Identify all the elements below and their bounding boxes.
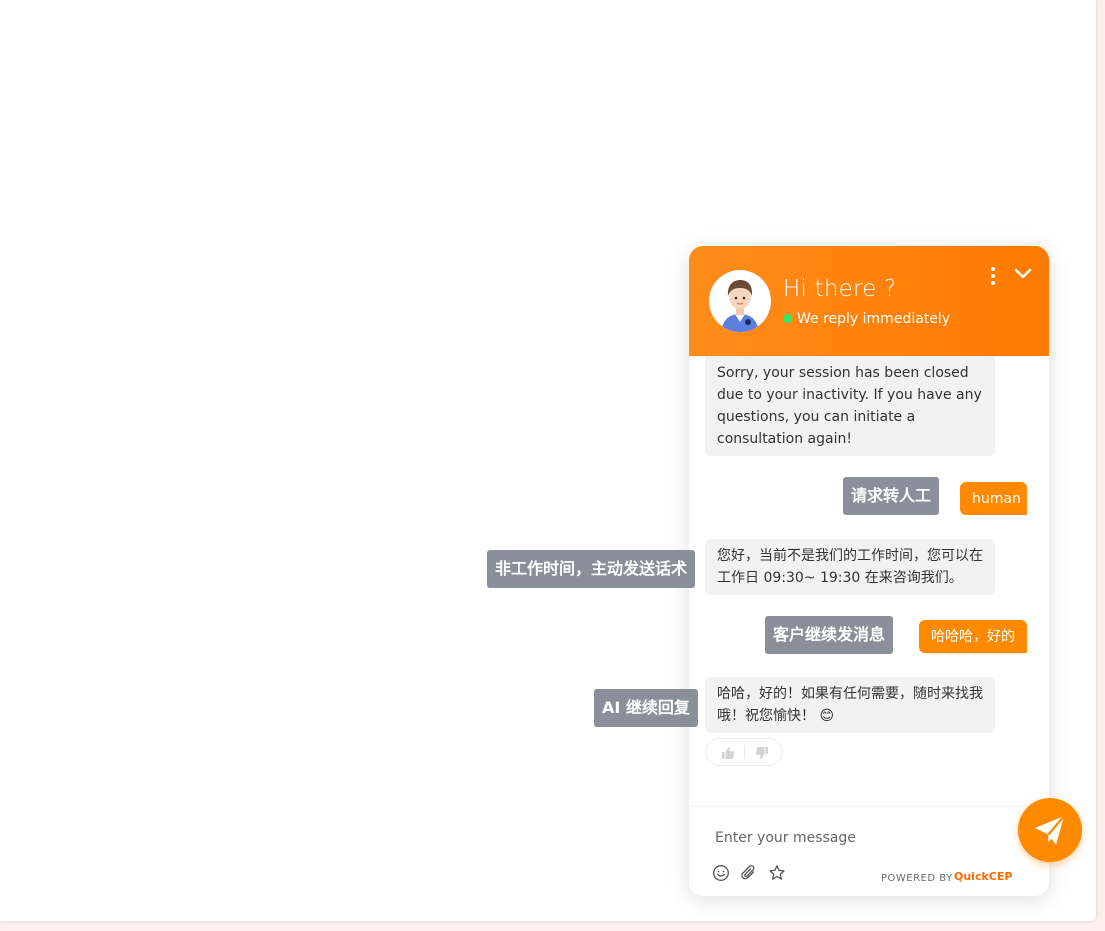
annotation-ai-continues: AI 继续回复: [594, 689, 698, 727]
thumbs-up-icon: [722, 747, 735, 759]
online-status-dot: [783, 314, 792, 323]
more-vertical-icon: [991, 267, 995, 285]
feedback-divider: [744, 745, 745, 759]
agent-avatar: [709, 270, 771, 332]
smile-emoji: 😊: [819, 708, 835, 724]
thumbs-down-button[interactable]: [754, 745, 770, 761]
user-message-haha: 哈哈哈，好的: [919, 620, 1027, 653]
emoji-button[interactable]: [712, 864, 730, 882]
message-input[interactable]: [715, 825, 995, 851]
collapse-chat-button[interactable]: [1011, 262, 1035, 286]
powered-by-label: POWERED BY: [881, 873, 953, 884]
chevron-down-icon: [1014, 268, 1032, 279]
agent-message-session-closed: Sorry, your session has been closed due …: [705, 356, 995, 456]
attach-file-button[interactable]: [740, 864, 758, 882]
chat-title: Hi there ?: [783, 276, 897, 302]
thumbs-up-button[interactable]: [720, 745, 736, 761]
annotation-request-human: 请求转人工: [843, 477, 940, 515]
thumbs-down-icon: [755, 747, 768, 759]
annotation-off-hours: 非工作时间，主动发送话术: [487, 550, 696, 588]
rate-button[interactable]: [768, 864, 786, 882]
message-feedback: [705, 738, 783, 766]
user-message-human: human: [960, 482, 1027, 515]
more-options-button[interactable]: [985, 264, 1001, 288]
agent-message-off-hours: 您好，当前不是我们的工作时间，您可以在工作日 09:30~ 19:30 在来咨询…: [705, 539, 995, 595]
smiley-icon: [713, 865, 729, 881]
paper-plane-icon: [1035, 815, 1065, 845]
star-icon: [769, 865, 785, 880]
chat-widget: Hi there ? We reply immediately Sorry, y…: [689, 246, 1049, 896]
chat-status-text: We reply immediately: [797, 311, 951, 327]
quickcep-logo: QuickCEP: [954, 870, 1013, 883]
send-button[interactable]: [1018, 798, 1082, 862]
paperclip-icon: [741, 865, 755, 880]
chat-header: Hi there ? We reply immediately: [689, 246, 1049, 356]
agent-message-ai-reply-text: 哈哈，好的！如果有任何需要，随时来找我哦！祝您愉快！: [717, 686, 983, 724]
annotation-customer-continues: 客户继续发消息: [765, 616, 894, 654]
agent-message-ai-reply: 哈哈，好的！如果有任何需要，随时来找我哦！祝您愉快！ 😊: [705, 677, 995, 733]
message-composer: POWERED BY QuickCEP: [689, 806, 1049, 896]
